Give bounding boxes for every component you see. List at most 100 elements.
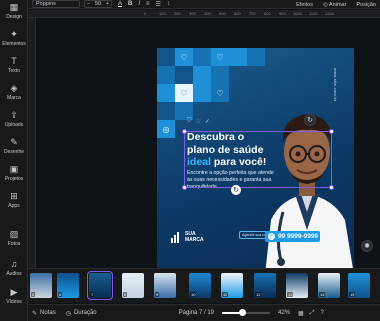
page-number: 12 [255,292,262,297]
resize-handle[interactable] [182,129,187,134]
ruler-tick: 200 [174,11,181,16]
mosaic-tile [229,48,247,66]
effects-button[interactable]: Efeitos [296,2,313,8]
page-thumbnail[interactable]: 9 [154,273,176,298]
page-thumbnail[interactable]: 8 [122,273,144,298]
music-icon: ♫ [10,259,18,269]
page-number: 14 [319,292,326,297]
zoom-slider-handle[interactable] [238,309,246,316]
grid-view-icon[interactable]: ▦ [298,310,304,317]
resize-handle[interactable] [182,185,187,190]
sidebar-item-label: Projetos [4,176,24,182]
brand-name-line: MARCA [185,236,204,243]
ruler-tick: 1200 [325,11,334,16]
bars-logo-icon [171,232,182,243]
resize-handle[interactable] [329,185,334,190]
page-thumbnail-active[interactable]: 7 [87,271,113,300]
whatsapp-icon: ✆ [268,233,275,240]
bottom-bar: ✎ Notas ◷ Duração Página 7 / 19 42% ▦ ⤢ ? [28,304,380,321]
duration-label: Duração [73,310,97,316]
page-number: 8 [123,292,128,297]
animate-label: Animar [329,1,347,8]
font-size-value[interactable]: 50 [95,1,101,7]
mosaic-tile [157,66,175,84]
medical-icons-row[interactable]: ⛉ ♡ ✓ [187,118,210,125]
page-number: 5 [31,292,36,297]
plus-icon[interactable]: + [106,1,109,7]
page-thumbnail[interactable]: 15 [348,273,370,298]
sidebar-item-photos[interactable]: ▨ Fotos [0,229,28,257]
magic-icon[interactable]: ✺ [361,240,373,252]
refresh-icon[interactable]: ↻ [304,114,316,126]
sidebar-item-design[interactable]: ▦ Design [0,2,28,30]
video-icon: ▶ [10,287,18,297]
position-button[interactable]: Posição [356,2,376,8]
sidebar-item-elements[interactable]: ✦ Elementos [0,29,28,57]
align-icon[interactable]: ≡ [146,1,150,7]
help-icon[interactable]: ? [321,310,324,316]
notes-button[interactable]: ✎ Notas [32,310,56,317]
mosaic-tile: ♡ [175,48,193,66]
mosaic-tile [193,66,211,84]
fullscreen-icon[interactable]: ⤢ [310,310,315,317]
sidebar-item-brand[interactable]: ◈ Marca [0,83,28,111]
page-thumbnail[interactable]: 5 [30,273,52,298]
page-thumbnail[interactable]: 13 [286,273,308,298]
sidebar-item-label: Apps [8,203,20,209]
sidebar-item-videos[interactable]: ▶ Vídeos [0,287,28,315]
zoom-slider[interactable] [222,309,271,316]
page-number: 15 [349,292,356,297]
clock-icon: ◷ [65,310,71,317]
zoom-level[interactable]: 42% [278,310,290,316]
upload-icon: ⇧ [10,110,18,120]
page-thumbnail[interactable]: 6 [57,273,79,298]
heart-icon: ♡ [180,52,188,62]
ruler-tick: 0 [144,11,147,16]
ruler-tick: 400 [204,11,211,16]
sidebar-item-label: Uploads [4,122,24,128]
font-size-stepper[interactable]: − 50 + [84,0,112,8]
mosaic-tile [193,48,211,66]
duration-button[interactable]: ◷ Duração [66,310,97,317]
page-number: 13 [287,292,294,297]
mosaic-tile [247,48,265,66]
sidebar-item-label: Áudios [6,271,22,277]
editor-app: ▦ Design ✦ Elementos T Texto ◈ Marca ⇧ Upload… [0,0,380,321]
list-icon[interactable]: ☰ [156,1,161,8]
mosaic-tile [193,84,211,102]
page-thumbnail[interactable]: 14 [318,273,340,298]
font-family-select[interactable]: Poppins [32,0,80,8]
italic-button[interactable]: I [138,1,140,7]
check-icon: ✓ [204,119,210,125]
minus-icon[interactable]: − [87,1,90,7]
rotate-handle-icon[interactable]: ↻ [231,185,241,195]
ruler-tick: 600 [234,11,241,16]
sidebar-item-label: Vídeos [6,299,22,305]
page-number: 6 [58,292,63,297]
sidebar-item-uploads[interactable]: ⇧ Uploads [0,110,28,138]
page-indicator[interactable]: Página 7 / 19 [179,310,214,316]
horizontal-ruler: 0 100 200 300 400 500 600 700 800 900 10… [28,10,380,18]
sidebar-item-label: Marca [7,95,21,101]
page-thumbnail[interactable]: 11 [221,273,243,298]
resize-handle[interactable] [329,129,334,134]
sidebar-item-apps[interactable]: ⊞ Apps [0,191,28,219]
spacing-icon[interactable]: ↕ [167,1,170,7]
sidebar-item-text[interactable]: T Texto [0,56,28,84]
mosaic-tile [157,84,175,102]
sidebar-item-projects[interactable]: ▣ Projetos [0,164,28,192]
sidebar-item-draw[interactable]: ✎ Desenhe [0,137,28,165]
selection-box[interactable]: ↻ [182,129,334,195]
bold-button[interactable]: B [128,1,132,7]
page-thumbnail[interactable]: 10 [189,273,211,298]
brand-logo[interactable]: SUA MARCA [171,231,204,243]
sidebar-item-label: Elementos [2,41,26,47]
page-strip: 5 6 7 8 9 10 11 12 13 14 15 [28,268,380,303]
heart-icon: ♡ [216,52,224,62]
page-thumbnail[interactable]: 12 [254,273,276,298]
canvas-workspace[interactable]: ♡ ♡ ♡ ♡ ◎ www.site.com.br ⛉ ♡ ✓ Descubra… [36,18,380,275]
text-color-icon[interactable]: A [118,1,122,7]
sidebar-item-audio[interactable]: ♫ Áudios [0,259,28,287]
animate-button[interactable]: ◎ Animar [323,2,346,8]
phone-badge[interactable]: ✆ 99 9999-9999 [265,231,320,242]
